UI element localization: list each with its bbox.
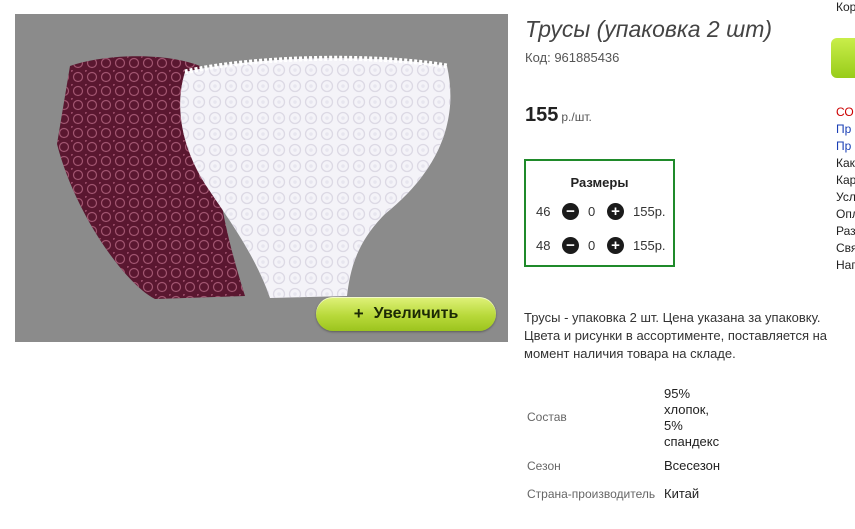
sizes-header: Размеры [570, 175, 629, 190]
size-label: 48 [536, 238, 551, 253]
product-price: 155 р./шт. [525, 104, 592, 127]
sidebar-item[interactable]: Нап [836, 258, 855, 272]
product-code: Код: 961885436 [525, 50, 620, 65]
spec-value-country: Китай [664, 486, 700, 501]
size-label: 46 [536, 204, 551, 219]
product-title: Трусы (упаковка 2 шт) [525, 16, 773, 42]
size-price: 155р. [633, 204, 666, 219]
sidebar-item[interactable]: Кар [836, 173, 855, 187]
spec-label-country: Страна-производитель [527, 487, 656, 501]
plus-icon[interactable]: + [607, 203, 624, 220]
product-image[interactable]: + Увеличить [15, 14, 508, 342]
product-description: Трусы - упаковка 2 шт. Цена указана за у… [524, 310, 828, 361]
sidebar-item[interactable]: Как [836, 156, 855, 170]
size-quantity[interactable]: 0 [588, 204, 595, 219]
price-unit: р./шт. [561, 110, 592, 124]
price-value: 155 [525, 104, 559, 126]
product-photo [57, 55, 451, 299]
plus-icon[interactable]: + [607, 237, 624, 254]
zoom-button[interactable]: + Увеличить [316, 297, 496, 331]
minus-icon[interactable]: − [562, 237, 579, 254]
spec-label-composition: Состав [527, 410, 567, 424]
spec-value-season: Всесезон [664, 458, 721, 473]
spec-value-composition: 95% хлопок, 5% спандекс [664, 386, 720, 449]
sidebar-green-button[interactable] [831, 38, 855, 78]
zoom-button-label: Увеличить [373, 305, 459, 322]
size-price: 155р. [633, 238, 666, 253]
sizes-box: Размеры 46 − 0 + 155р. 48 − 0 + 155р. [524, 159, 675, 267]
sidebar-item[interactable]: СО [836, 105, 854, 119]
sidebar-cart-link[interactable]: Кор [836, 0, 855, 14]
sidebar-item[interactable]: Свя [836, 241, 855, 255]
sidebar-item[interactable]: Опл [836, 207, 855, 221]
sidebar-item[interactable]: Пр [836, 139, 851, 153]
spec-label-season: Сезон [527, 459, 561, 473]
size-quantity[interactable]: 0 [588, 238, 595, 253]
sidebar-item[interactable]: Пр [836, 122, 851, 136]
minus-icon[interactable]: − [562, 203, 579, 220]
plus-icon: + [353, 304, 364, 323]
sidebar-item[interactable]: Усл [836, 190, 855, 204]
sidebar-item[interactable]: Раз [836, 224, 855, 238]
